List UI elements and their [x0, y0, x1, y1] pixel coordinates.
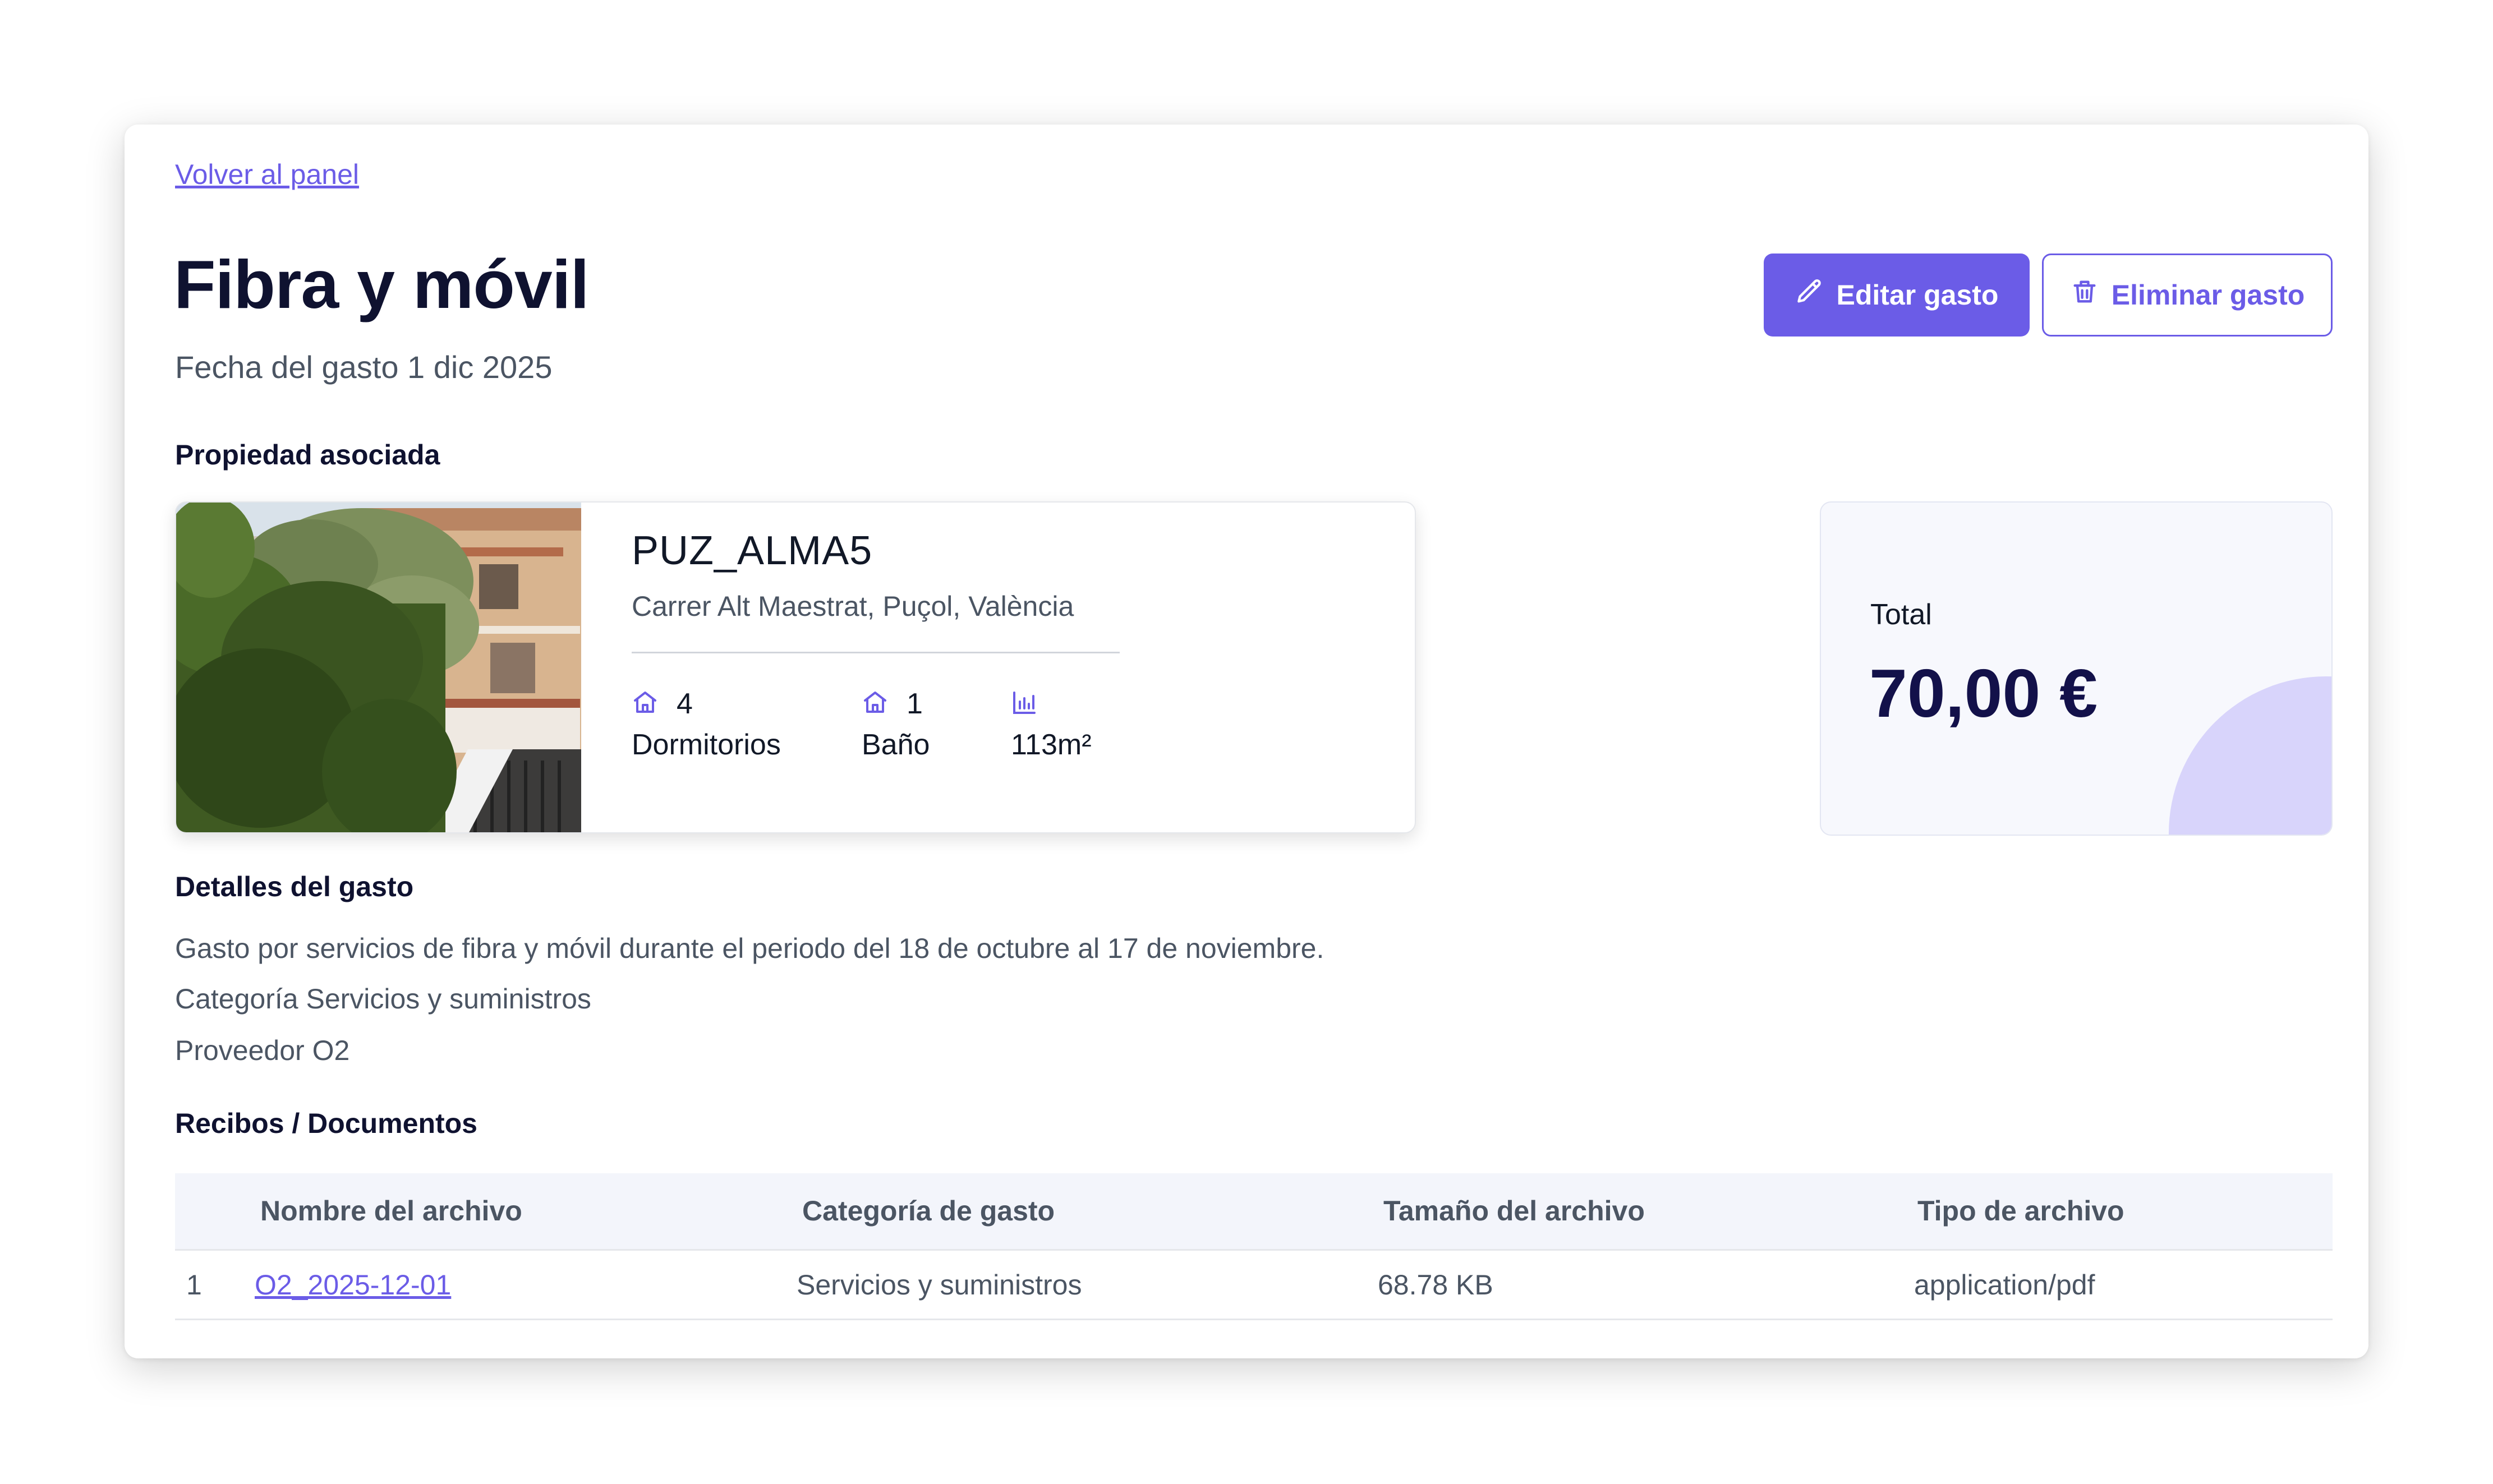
- property-photo: [176, 503, 581, 832]
- baths-count: 1: [907, 688, 923, 720]
- column-header-type[interactable]: Tipo de archivo: [1917, 1195, 2124, 1227]
- expense-category: Categoría Servicios y suministros: [175, 983, 591, 1015]
- bedrooms-count: 4: [677, 688, 693, 720]
- total-label: Total: [1870, 598, 1932, 631]
- expense-details-heading: Detalles del gasto: [175, 871, 414, 902]
- file-name-link[interactable]: O2_2025-12-01: [255, 1269, 451, 1301]
- property-divider: [632, 652, 1120, 653]
- column-header-size[interactable]: Tamaño del archivo: [1383, 1195, 1645, 1227]
- bedrooms-label: Dormitorios: [632, 729, 781, 761]
- file-category: Servicios y suministros: [797, 1269, 1082, 1301]
- expense-date: Fecha del gasto 1 dic 2025: [175, 349, 553, 385]
- baths-feature: 1 Baño: [862, 686, 930, 762]
- table-header: Nombre del archivo Categoría de gasto Ta…: [175, 1173, 2333, 1251]
- expense-description: Gasto por servicios de fibra y móvil dur…: [175, 933, 1324, 964]
- home-icon: [632, 689, 659, 719]
- total-card: Total 70,00 €: [1820, 501, 2333, 836]
- area-label: 113m²: [1011, 729, 1092, 761]
- documents-table: Nombre del archivo Categoría de gasto Ta…: [175, 1173, 2333, 1320]
- edit-expense-button[interactable]: Editar gasto: [1764, 254, 2030, 337]
- decorative-circle: [2169, 676, 2331, 835]
- table-row: 1 O2_2025-12-01 Servicios y suministros …: [175, 1251, 2333, 1320]
- expense-detail-card: Volver al panel Fibra y móvil Fecha del …: [125, 125, 2368, 1358]
- back-to-dashboard-link[interactable]: Volver al panel: [175, 158, 359, 191]
- baths-label: Baño: [862, 729, 930, 761]
- home-icon: [862, 689, 889, 719]
- associated-property-heading: Propiedad asociada: [175, 439, 440, 471]
- file-type: application/pdf: [1914, 1269, 2095, 1301]
- delete-expense-label: Eliminar gasto: [2111, 279, 2305, 311]
- delete-expense-button[interactable]: Eliminar gasto: [2042, 254, 2333, 337]
- page-title: Fibra y móvil: [174, 246, 590, 322]
- column-header-category[interactable]: Categoría de gasto: [802, 1195, 1055, 1227]
- bar-chart-icon: [1011, 689, 1038, 719]
- property-card[interactable]: PUZ_ALMA5 Carrer Alt Maestrat, Puçol, Va…: [175, 501, 1416, 833]
- total-amount: 70,00 €: [1869, 655, 2098, 731]
- column-header-file-name[interactable]: Nombre del archivo: [260, 1195, 522, 1227]
- documents-heading: Recibos / Documentos: [175, 1108, 477, 1139]
- property-name: PUZ_ALMA5: [632, 528, 873, 573]
- area-feature: 113m²: [1011, 686, 1092, 762]
- expense-provider: Proveedor O2: [175, 1035, 350, 1066]
- edit-expense-label: Editar gasto: [1836, 279, 1999, 311]
- trash-icon: [2070, 277, 2099, 313]
- file-size: 68.78 KB: [1378, 1269, 1493, 1301]
- property-address: Carrer Alt Maestrat, Puçol, València: [632, 591, 1074, 622]
- row-index: 1: [186, 1269, 202, 1301]
- pencil-icon: [1795, 277, 1824, 313]
- bedrooms-feature: 4 Dormitorios: [632, 686, 781, 762]
